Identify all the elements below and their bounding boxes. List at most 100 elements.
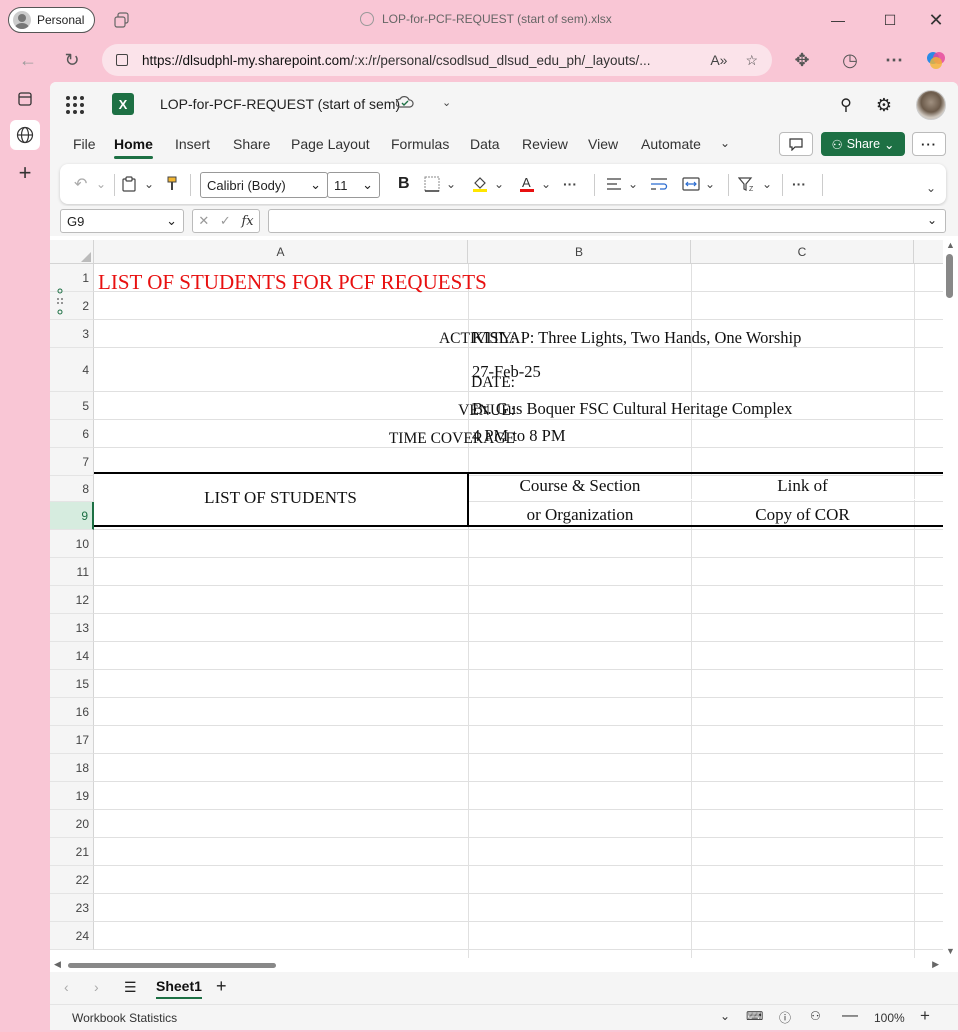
workspaces-icon[interactable] — [114, 12, 130, 28]
feedback-icon[interactable]: ⚇ — [810, 1009, 821, 1023]
tab-data[interactable]: Data — [470, 136, 500, 152]
tab-formulas[interactable]: Formulas — [391, 136, 449, 152]
tab-automate[interactable]: Automate — [641, 136, 701, 152]
scroll-left-arrow-icon[interactable]: ◀ — [54, 959, 61, 970]
cancel-formula-icon[interactable]: ✕ — [198, 213, 209, 229]
font-size-select[interactable]: 11 ⌄ — [327, 172, 380, 198]
select-all-corner[interactable] — [50, 240, 94, 264]
settings-gear-icon[interactable]: ⚙ — [876, 95, 892, 116]
status-chevron-down-icon[interactable]: ⌄ — [720, 1009, 730, 1023]
row-header-24[interactable]: 24 — [50, 922, 94, 950]
row-header-19[interactable]: 19 — [50, 782, 94, 810]
time-coverage-value-cell[interactable]: 4 PM to 8 PM — [472, 426, 566, 446]
tab-page-layout[interactable]: Page Layout — [291, 136, 370, 152]
app-launcher-icon[interactable] — [66, 96, 84, 114]
column-header-c[interactable]: C — [691, 240, 914, 264]
fill-color-chevron-icon[interactable]: ⌄ — [494, 174, 504, 194]
tab-share[interactable]: Share — [233, 136, 270, 152]
column-header-a[interactable]: A — [94, 240, 468, 264]
ribbon-expand-chevron-icon[interactable]: ⌄ — [926, 178, 936, 198]
sheet-title-cell[interactable]: LIST OF STUDENTS FOR PCF REQUESTS — [98, 270, 487, 295]
globe-tab-icon[interactable] — [10, 120, 40, 150]
row-header-22[interactable]: 22 — [50, 866, 94, 894]
align-icon[interactable] — [606, 174, 622, 194]
add-sheet-icon[interactable]: + — [216, 976, 227, 997]
more-tabs-chevron-icon[interactable]: ⌄ — [720, 136, 730, 150]
vertical-scroll-thumb[interactable] — [946, 254, 953, 298]
header-list-of-students[interactable]: LIST OF STUDENTS — [94, 488, 467, 508]
outline-group-handle-icon[interactable] — [55, 288, 65, 316]
horizontal-scrollbar[interactable]: ◀ ▶ — [50, 958, 943, 972]
sheet-tab-sheet1[interactable]: Sheet1 — [156, 978, 202, 999]
search-icon[interactable]: ⚲ — [840, 95, 852, 115]
row-header-6[interactable]: 6 — [50, 420, 94, 448]
header-course-line2[interactable]: or Organization — [469, 505, 691, 525]
row-header-17[interactable]: 17 — [50, 726, 94, 754]
user-avatar[interactable] — [916, 90, 946, 120]
read-aloud-icon[interactable]: A» — [710, 52, 727, 69]
refresh-icon[interactable]: ↻ — [60, 48, 84, 72]
borders-icon[interactable] — [424, 174, 440, 194]
formula-expand-chevron-icon[interactable]: ⌄ — [927, 213, 937, 227]
document-title[interactable]: LOP-for-PCF-REQUEST (start of sem) — [160, 96, 400, 112]
undo-icon[interactable]: ↶ — [74, 174, 87, 194]
row-header-12[interactable]: 12 — [50, 586, 94, 614]
row-header-7[interactable]: 7 — [50, 448, 94, 476]
activity-value-cell[interactable]: KISLAP: Three Lights, Two Hands, One Wor… — [472, 328, 801, 348]
date-value-cell[interactable]: 27-Feb-25 — [472, 362, 541, 382]
maximize-icon[interactable]: ☐ — [878, 8, 902, 32]
more-options-icon[interactable]: ⋯ — [882, 48, 906, 72]
keyboard-icon[interactable]: ⌨ — [746, 1009, 763, 1023]
all-sheets-menu-icon[interactable]: ☰ — [124, 979, 137, 996]
sort-filter-icon[interactable]: Z — [738, 174, 756, 194]
row-header-20[interactable]: 20 — [50, 810, 94, 838]
copilot-icon[interactable] — [924, 48, 948, 72]
row-header-3[interactable]: 3 — [50, 320, 94, 348]
minimize-icon[interactable]: — — [826, 8, 850, 32]
back-icon[interactable]: ← — [16, 48, 40, 72]
font-color-icon[interactable]: A — [519, 174, 535, 194]
workbook-statistics-button[interactable]: Workbook Statistics — [72, 1011, 177, 1025]
fill-color-icon[interactable] — [472, 174, 488, 194]
profile-button[interactable]: Personal — [8, 7, 96, 33]
zoom-in-icon[interactable]: + — [920, 1006, 930, 1026]
confirm-formula-icon[interactable]: ✓ — [220, 213, 231, 229]
paste-chevron-icon[interactable]: ⌄ — [144, 174, 154, 194]
next-sheet-icon[interactable]: › — [94, 979, 99, 995]
comments-button[interactable] — [779, 132, 813, 156]
row-header-4[interactable]: 4 — [50, 348, 94, 392]
font-color-chevron-icon[interactable]: ⌄ — [541, 174, 551, 194]
row-header-14[interactable]: 14 — [50, 642, 94, 670]
row-header-10[interactable]: 10 — [50, 530, 94, 558]
title-chevron-down-icon[interactable]: ⌄ — [442, 96, 451, 109]
borders-chevron-icon[interactable]: ⌄ — [446, 174, 456, 194]
row-header-21[interactable]: 21 — [50, 838, 94, 866]
merge-chevron-icon[interactable]: ⌄ — [705, 174, 715, 194]
insert-function-icon[interactable]: fx — [241, 214, 253, 229]
scroll-right-arrow-icon[interactable]: ▶ — [932, 959, 939, 970]
extensions-icon[interactable]: ✥ — [790, 48, 814, 72]
header-link-line2[interactable]: Copy of COR — [691, 505, 914, 525]
close-icon[interactable]: ✕ — [924, 8, 948, 32]
address-bar[interactable]: https://dlsudphl-my.sharepoint.com/:x:/r… — [102, 44, 772, 76]
venue-value-cell[interactable]: Br. Gus Boquer FSC Cultural Heritage Com… — [472, 399, 792, 419]
tab-file[interactable]: File — [73, 136, 96, 152]
row-header-5[interactable]: 5 — [50, 392, 94, 420]
help-icon[interactable]: ⓘ — [779, 1009, 791, 1026]
tab-home[interactable]: Home — [114, 136, 153, 159]
name-box[interactable]: G9 ⌄ — [60, 209, 184, 233]
sort-filter-chevron-icon[interactable]: ⌄ — [762, 174, 772, 194]
zoom-out-icon[interactable]: — — [842, 1007, 858, 1025]
paste-icon[interactable] — [122, 174, 136, 194]
spreadsheet-grid[interactable]: A B C 1 2 3 4 5 6 7 8 9 10 11 12 13 14 15 16 17 18 19 20 21 2… — [50, 240, 943, 958]
share-button[interactable]: ⚇ Share ⌄ — [821, 132, 905, 156]
zoom-level[interactable]: 100% — [874, 1011, 905, 1025]
horizontal-scroll-thumb[interactable] — [68, 963, 276, 968]
undo-chevron-icon[interactable]: ⌄ — [96, 174, 106, 194]
column-header-b[interactable]: B — [468, 240, 691, 264]
header-link-line1[interactable]: Link of — [691, 476, 914, 496]
ribbon-more-icon[interactable]: ··· — [792, 174, 806, 194]
row-header-23[interactable]: 23 — [50, 894, 94, 922]
row-header-18[interactable]: 18 — [50, 754, 94, 782]
more-actions-button[interactable]: ··· — [912, 132, 946, 156]
